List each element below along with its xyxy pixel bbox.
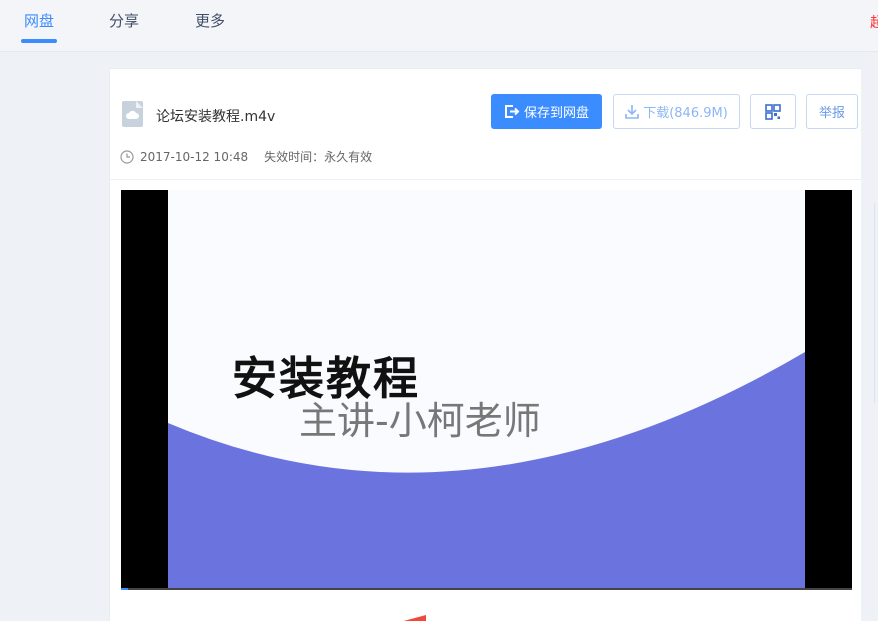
file-name: 论坛安装教程.m4v (156, 109, 276, 125)
video-frame: 安装教程 主讲-小柯老师 (168, 190, 805, 588)
expire-label: 失效时间： (264, 150, 325, 164)
report-button[interactable]: 举报 (806, 94, 858, 129)
file-meta: 2017-10-12 10:48 失效时间： 永久有效 (120, 148, 372, 165)
video-player[interactable]: 安装教程 主讲-小柯老师 (121, 190, 852, 590)
slide-subtitle: 主讲-小柯老师 (299, 399, 541, 443)
tab-netdisk[interactable]: 网盘 (24, 10, 54, 31)
tab-more[interactable]: 更多 (195, 10, 225, 31)
video-file-icon (122, 101, 143, 127)
clock-icon (120, 149, 134, 164)
video-progress-bar[interactable] (121, 588, 852, 590)
share-date: 2017-10-12 10:48 (140, 149, 249, 164)
save-to-netdisk-button[interactable]: 保存到网盘 (491, 94, 602, 129)
download-label: 下载(846.9M) (643, 106, 728, 121)
qrcode-button[interactable] (750, 94, 796, 129)
tab-share[interactable]: 分享 (109, 10, 139, 31)
qrcode-icon (765, 103, 781, 120)
divider (110, 179, 862, 180)
share-card: 论坛安装教程.m4v 保存到网盘 下载(846.9M) 举报 2017-10-1… (109, 68, 862, 621)
expire-value: 永久有效 (324, 150, 373, 164)
download-button[interactable]: 下载(846.9M) (613, 94, 740, 129)
nav-edge-link[interactable]: 超 (870, 12, 878, 32)
top-nav: 网盘 分享 更多 超 (0, 0, 878, 52)
download-icon (625, 105, 640, 119)
active-tab-indicator (21, 39, 57, 43)
side-panel-edge (874, 203, 878, 403)
save-label: 保存到网盘 (523, 106, 589, 121)
save-icon (504, 105, 520, 118)
video-progress-played (121, 588, 129, 590)
